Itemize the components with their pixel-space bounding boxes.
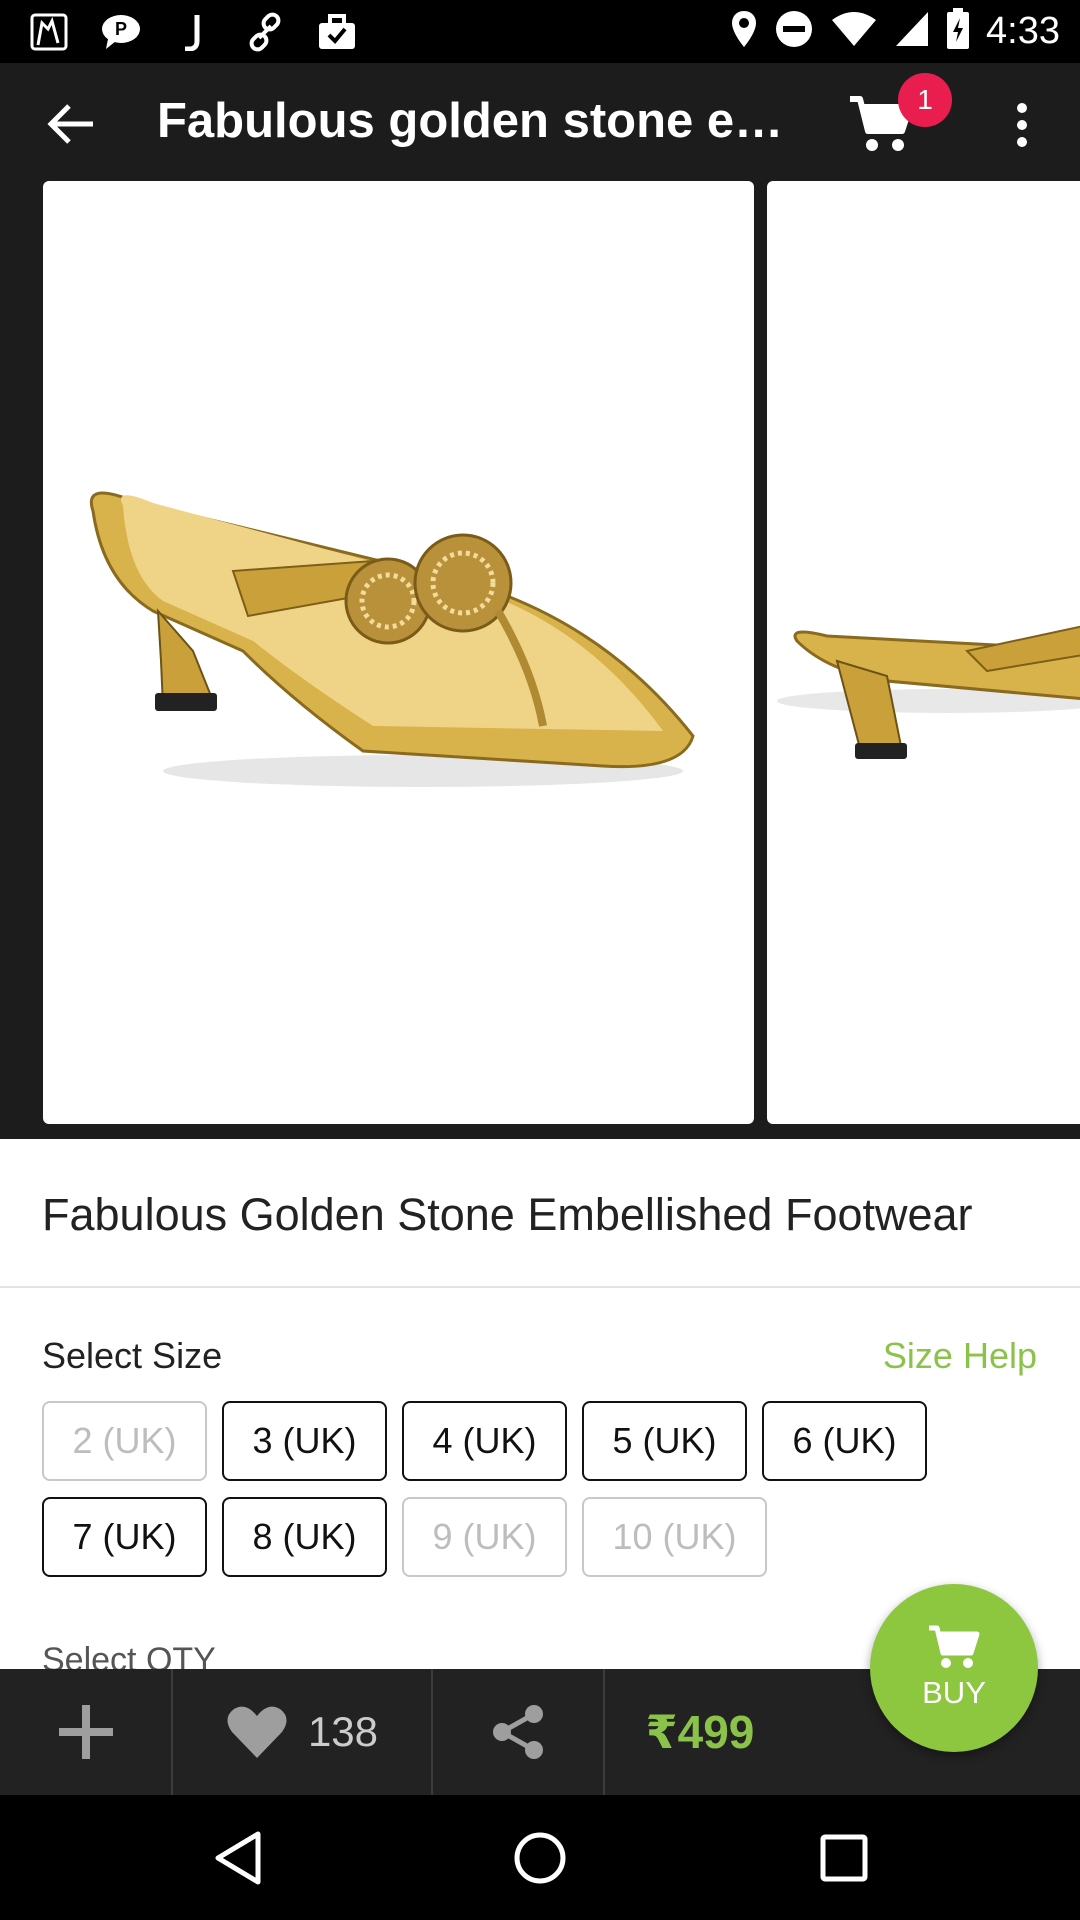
add-to-collection-button[interactable]: [0, 1669, 171, 1795]
nav-recents-icon: [820, 1834, 868, 1882]
page-title: Fabulous golden stone em…: [157, 94, 817, 148]
size-option-7[interactable]: 7 (UK): [42, 1497, 207, 1577]
wifi-icon: [830, 10, 878, 53]
link-icon: [242, 10, 288, 54]
size-option-2: 2 (UK): [42, 1401, 207, 1481]
size-option-4[interactable]: 4 (UK): [402, 1401, 567, 1481]
divider: [0, 1286, 1080, 1288]
status-bar: P 4:33: [0, 0, 1080, 63]
select-qty-label: Select QTY: [42, 1641, 216, 1669]
signal-icon: [894, 10, 930, 53]
do-not-disturb-icon: [774, 9, 814, 54]
share-button[interactable]: [433, 1669, 603, 1795]
product-image-gallery[interactable]: [0, 181, 1080, 1139]
system-nav-bar: [0, 1795, 1080, 1920]
briefcase-icon: [314, 10, 360, 54]
price: ₹499: [645, 1706, 755, 1758]
arrow-back-icon: [47, 104, 93, 144]
like-button[interactable]: 138: [173, 1669, 431, 1795]
size-option-8[interactable]: 8 (UK): [222, 1497, 387, 1577]
app-bar: Fabulous golden stone em… 1: [0, 63, 1080, 181]
plus-icon: [58, 1705, 113, 1759]
cart-count-badge: 1: [898, 73, 952, 127]
heart-icon: [227, 1706, 287, 1758]
nav-home-icon: [514, 1832, 566, 1884]
more-vert-icon: [1017, 103, 1027, 113]
product-name: Fabulous Golden Stone Embellished Footwe…: [42, 1189, 973, 1240]
buy-label: BUY: [922, 1675, 986, 1710]
product-details: Fabulous Golden Stone Embellished Footwe…: [0, 1139, 1080, 1669]
shopping-cart-icon: [929, 1625, 980, 1668]
location-icon: [730, 9, 758, 54]
share-icon: [493, 1705, 543, 1759]
nav-back-button[interactable]: [203, 1823, 273, 1893]
nav-home-button[interactable]: [505, 1823, 575, 1893]
price-display: ₹499: [605, 1669, 795, 1795]
j-app-icon: [170, 10, 216, 54]
size-option-10: 10 (UK): [582, 1497, 767, 1577]
size-option-9: 9 (UK): [402, 1497, 567, 1577]
svg-text:P: P: [115, 19, 127, 39]
product-image-2[interactable]: [767, 181, 1080, 1124]
product-image-1[interactable]: [43, 181, 754, 1124]
buy-button[interactable]: BUY: [870, 1584, 1038, 1752]
select-size-label: Select Size: [42, 1335, 223, 1376]
size-help-link[interactable]: Size Help: [883, 1335, 1037, 1377]
like-count: 138: [307, 1708, 379, 1755]
back-button[interactable]: [42, 96, 98, 152]
nav-back-icon: [215, 1831, 261, 1885]
nav-recents-button[interactable]: [809, 1823, 879, 1893]
size-option-5[interactable]: 5 (UK): [582, 1401, 747, 1481]
size-option-6[interactable]: 6 (UK): [762, 1401, 927, 1481]
notification-app-icon: [26, 10, 72, 54]
chat-icon: P: [98, 10, 144, 54]
more-options-button[interactable]: [1002, 99, 1042, 151]
size-option-3[interactable]: 3 (UK): [222, 1401, 387, 1481]
battery-charging-icon: [946, 7, 970, 55]
status-time: 4:33: [986, 9, 1060, 52]
